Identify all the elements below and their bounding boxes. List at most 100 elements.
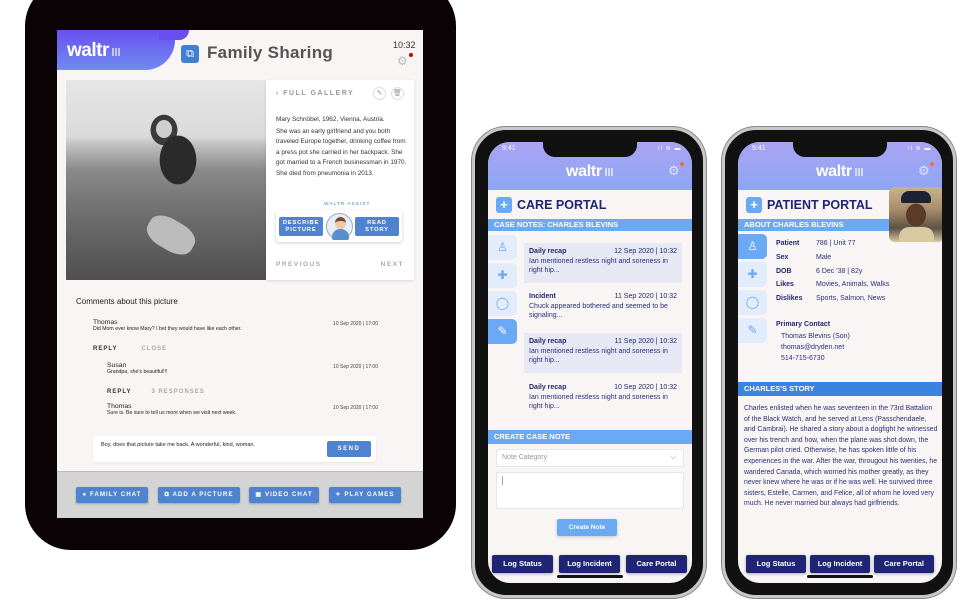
page-title: Family Sharing [207,43,334,62]
medical-cross-icon: + [746,197,762,213]
notes-tab-pen-icon[interactable]: ✎ [738,318,767,343]
contact-phone[interactable]: 514-715-6730 [781,353,850,364]
video-icon: ▣ [255,491,265,498]
responses-link[interactable]: 3 RESPONSES [151,389,204,395]
edit-pencil-icon[interactable]: ✎ [373,87,386,100]
home-indicator[interactable] [557,575,623,578]
medical-tab-plus-icon[interactable]: ✚ [488,263,517,288]
apps-grid-icon [854,168,863,176]
add-picture-button[interactable]: ⧉ ADD A PICTURE [158,487,240,503]
settings-gear-icon[interactable]: ⚙ [397,54,408,68]
next-button[interactable]: NEXT [381,261,404,268]
note-category-select[interactable]: Note Category ⌵ [496,449,684,467]
notes-tab-pen-icon[interactable]: ✎ [488,319,517,344]
medical-cross-icon: + [496,197,512,213]
page-title: PATIENT PORTAL [767,198,873,212]
close-link[interactable]: CLOSE [141,346,167,352]
signal-wifi-battery-icon: ıl ≋ ▬ [908,146,932,152]
waltr-logo[interactable]: waltr [67,40,120,62]
phone-care-portal: 9:41 ıl ≋ ▬ waltr ⚙ + CARE PORTAL CASE N… [472,127,706,598]
previous-button[interactable]: PREVIOUS [276,261,322,268]
describe-picture-button[interactable]: DESCRIBE PICTURE [279,217,323,236]
chat-tab-bubble-icon[interactable]: ◯ [738,290,767,315]
case-note-item[interactable]: Daily recap 11 Sep 2020 | 10:32 Ian mentio… [524,333,682,373]
tablet-screen: waltr ⧉ Family Sharing 10:32 ⚙ ‹ FULL GA… [57,30,423,518]
patient-story: Charles enlisted when he was seventeen i… [744,405,938,508]
case-note-item[interactable]: Daily recap 12 Sep 2020 | 10:32 Ian mentio… [524,243,682,283]
trash-icon[interactable]: 🗑 [391,87,404,100]
video-chat-button[interactable]: ▣ VIDEO CHAT [249,487,319,503]
chat-bubble-icon: ● [82,491,90,498]
page-title: CARE PORTAL [517,198,607,212]
notification-dot [680,162,684,166]
log-incident-button[interactable]: Log Incident [559,555,620,573]
medical-tab-plus-icon[interactable]: ✚ [738,262,767,287]
profile-tab-person-icon[interactable]: ♙ [488,235,517,260]
profile-tab-person-icon[interactable]: ♙ [738,234,767,259]
photo-shirt [899,227,934,242]
photo-subject [156,120,172,138]
puzzle-icon: ✦ [335,491,345,498]
phone-notch [793,142,887,157]
comment: Susan 10 Sep 2020 | 17:00 Grandpa, she's… [107,362,378,398]
field-row: DOB 6 Dec '38 | 82y [776,267,863,275]
read-story-button[interactable]: READ STORY [355,217,399,236]
chevron-down-icon: ⌵ [669,451,677,462]
photo-detail [141,209,201,261]
reply-link[interactable]: REPLY [107,389,131,395]
note-textarea[interactable] [496,472,684,509]
photo-info-panel: ‹ FULL GALLERY ✎ 🗑 Mary Schnöbel, 1962, … [266,80,414,280]
tablet-footer: ● FAMILY CHAT ⧉ ADD A PICTURE ▣ VIDEO CH… [57,471,423,518]
phone-patient-portal: 9:41 ıl ≋ ▬ waltr ⚙ + PATIENT PORTAL ABO… [722,127,956,598]
assist-label: WALTR ASSIST [324,202,371,207]
log-status-button[interactable]: Log Status [492,555,553,573]
signal-wifi-battery-icon: ıl ≋ ▬ [658,146,682,152]
phone-notch [543,142,637,157]
field-row: Dislikes Sports, Salmon, News [776,295,886,303]
primary-contact: Primary Contact Thomas Blevins (Son) tho… [776,321,850,364]
settings-gear-icon[interactable]: ⚙ [918,163,930,179]
waltr-logo[interactable]: waltr [566,163,613,181]
note-category-placeholder: Note Category [502,454,548,461]
apps-grid-icon [111,48,120,56]
full-gallery-link[interactable]: ‹ FULL GALLERY [276,90,354,97]
status-time: 9:41 [752,145,766,152]
notification-dot [409,53,413,57]
case-note-item[interactable]: Incident 11 Sep 2020 | 10:32 Chuck appeare… [524,288,682,328]
avatar-body [332,229,349,240]
phone-screen: 9:41 ıl ≋ ▬ waltr ⚙ + CARE PORTAL CASE N… [488,142,692,583]
waltr-logo[interactable]: waltr [816,163,863,181]
settings-gear-icon[interactable]: ⚙ [668,163,680,179]
log-incident-button[interactable]: Log Incident [810,555,870,573]
patient-fields: Patient 786 | Unit 77 Sex Male DOB 6 Dec '3… [776,237,889,306]
send-button[interactable]: SEND [327,441,371,457]
create-note-button[interactable]: Create Note [557,519,617,536]
family-sharing-icon: ⧉ [181,45,199,63]
reply-input-value: Boy, does that picture take me back. A w… [101,442,255,448]
care-portal-button[interactable]: Care Portal [874,555,934,573]
patient-photo[interactable] [889,187,942,242]
family-chat-button[interactable]: ● FAMILY CHAT [76,487,148,503]
clock: 10:32 [393,40,416,50]
apps-grid-icon [604,168,613,176]
field-row: Sex Male [776,253,832,261]
field-row: Likes Movies, Animals, Walks [776,281,890,289]
play-games-button[interactable]: ✦ PLAY GAMES [329,487,401,503]
caption-title: Mary Schnöbel, 1962, Vienna, Austria. [276,116,385,123]
notification-dot [930,162,934,166]
log-status-button[interactable]: Log Status [746,555,806,573]
avatar-head [335,217,346,229]
case-note-item[interactable]: Daily recap 10 Sep 2020 | 10:32 Ian mentio… [524,379,682,419]
reply-link[interactable]: REPLY [93,346,117,352]
chat-tab-bubble-icon[interactable]: ◯ [488,291,517,316]
contact-heading: Primary Contact [776,321,831,328]
contact-name: Thomas Blevins (Son) [781,333,850,340]
gallery-photo[interactable] [66,80,266,280]
reply-input[interactable]: Boy, does that picture take me back. A w… [93,436,376,462]
care-portal-button[interactable]: Care Portal [626,555,687,573]
contact-email[interactable]: thomas@dryden.net [781,342,850,353]
caption-body: She was an early girlfriend and you both… [276,127,407,177]
assistant-avatar [326,213,353,240]
photo-caption: Mary Schnöbel, 1962, Vienna, Austria. Sh… [276,115,408,180]
home-indicator[interactable] [807,575,873,578]
